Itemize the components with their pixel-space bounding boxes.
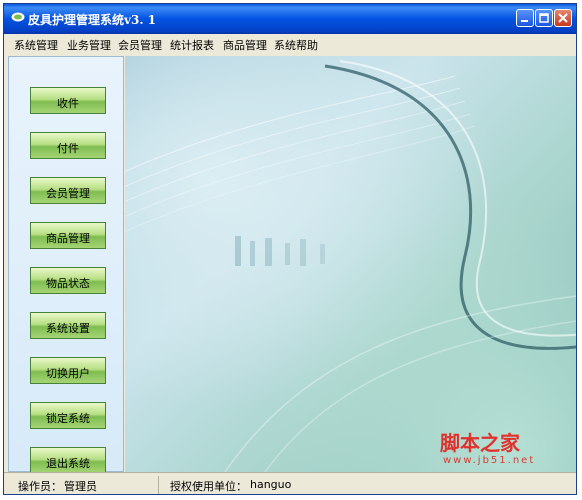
close-icon — [558, 13, 568, 23]
maximize-button[interactable] — [535, 9, 553, 27]
window-title: 皮具护理管理系统v3. 1 — [28, 13, 157, 27]
maximize-icon — [539, 13, 549, 23]
watermark-url: www.jb51.net — [443, 455, 536, 466]
background-wave-art — [125, 60, 576, 472]
app-window: 皮具护理管理系统v3. 1 系统管理 业务管理 会员管理 统计报表 商品管理 系… — [3, 3, 577, 495]
member-manage-button[interactable]: 会员管理 — [30, 177, 106, 204]
title-bar[interactable]: 皮具护理管理系统v3. 1 — [4, 4, 576, 34]
receive-button[interactable]: 收件 — [30, 87, 106, 114]
operator-value: 管理员 — [64, 480, 97, 493]
system-settings-button[interactable]: 系统设置 — [30, 312, 106, 339]
item-status-button[interactable]: 物品状态 — [30, 267, 106, 294]
watermark-logo-text: 脚本之家 — [440, 431, 520, 455]
menu-system-help[interactable]: 系统帮助 — [274, 37, 318, 53]
menu-statistics-report[interactable]: 统计报表 — [170, 37, 214, 53]
status-separator — [158, 476, 159, 494]
close-button[interactable] — [554, 9, 572, 27]
lock-system-button[interactable]: 锁定系统 — [30, 402, 106, 429]
product-manage-button[interactable]: 商品管理 — [30, 222, 106, 249]
exit-system-button[interactable]: 退出系统 — [30, 447, 106, 474]
unit-label: 授权使用单位： — [170, 480, 247, 493]
main-background — [125, 56, 576, 472]
menu-business-manage[interactable]: 业务管理 — [67, 37, 111, 53]
minimize-icon — [521, 20, 528, 22]
unit-value: hanguo — [250, 478, 292, 491]
menu-bar: 系统管理 业务管理 会员管理 统计报表 商品管理 系统帮助 — [4, 34, 576, 54]
pickup-button[interactable]: 付件 — [30, 132, 106, 159]
sidebar: 收件 付件 会员管理 商品管理 物品状态 系统设置 切换用户 锁定系统 退出系统 — [8, 56, 124, 474]
minimize-button[interactable] — [516, 9, 534, 27]
switch-user-button[interactable]: 切换用户 — [30, 357, 106, 384]
status-bar: 操作员： 管理员 授权使用单位： hanguo — [4, 472, 576, 494]
menu-product-manage[interactable]: 商品管理 — [223, 37, 267, 53]
menu-member-manage[interactable]: 会员管理 — [118, 37, 162, 53]
operator-label: 操作员： — [18, 480, 62, 493]
app-icon — [11, 12, 25, 22]
menu-system-manage[interactable]: 系统管理 — [14, 37, 58, 53]
